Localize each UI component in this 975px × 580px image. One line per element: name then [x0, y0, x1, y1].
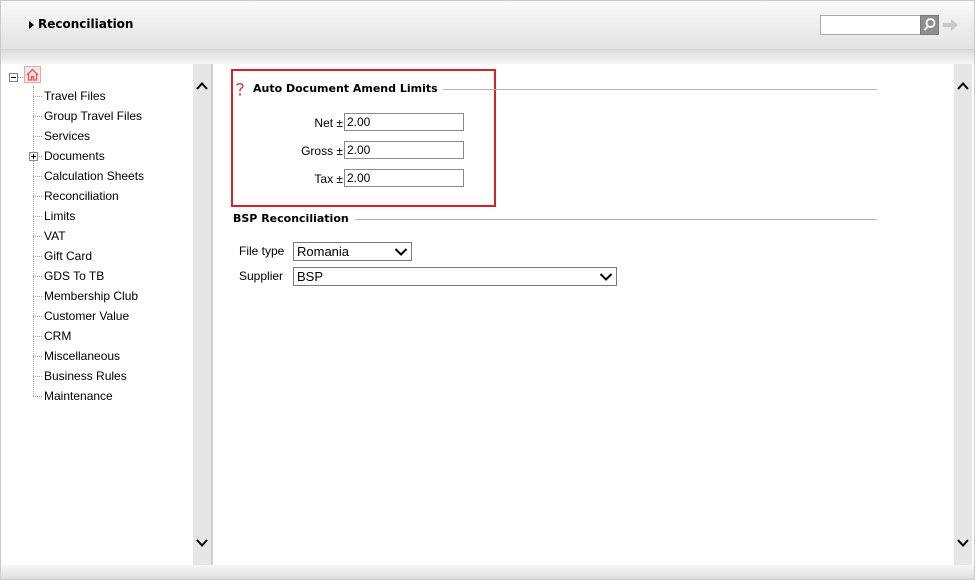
expand-icon[interactable] [29, 152, 38, 161]
tree-item-label[interactable]: Gift Card [44, 249, 92, 263]
section-divider [443, 89, 877, 90]
tree-item-label[interactable]: Services [44, 129, 90, 143]
tree-item-label[interactable]: Limits [44, 209, 75, 223]
supplier-select[interactable]: BSP [293, 267, 617, 286]
house-icon [26, 68, 39, 81]
auto-amend-section-title: Auto Document Amend Limits [253, 82, 438, 95]
tree-connector-line [33, 86, 34, 396]
scroll-up-button[interactable] [194, 78, 210, 94]
file-type-select[interactable]: Romania [293, 242, 412, 261]
scroll-down-button[interactable] [194, 535, 210, 551]
net-label: Net ± [314, 116, 343, 130]
gross-input[interactable] [344, 141, 464, 159]
tree-item-label[interactable]: Membership Club [44, 289, 138, 303]
search-input[interactable] [820, 15, 922, 35]
tree-item-label[interactable]: Customer Value [44, 309, 129, 323]
tree-item-label[interactable]: Business Rules [44, 369, 127, 383]
supplier-label: Supplier [239, 269, 284, 283]
app-frame: Reconciliation Travel Files Group Travel… [0, 0, 975, 580]
search-icon [923, 18, 936, 31]
help-icon[interactable] [234, 81, 246, 97]
chevron-down-icon [196, 539, 208, 547]
bottom-strip [1, 565, 974, 579]
page-title: Reconciliation [38, 17, 134, 31]
collapse-toggle-icon[interactable] [9, 73, 18, 82]
tree-scrollbar[interactable] [193, 64, 211, 565]
supplier-value: BSP [297, 269, 324, 284]
file-type-label: File type [239, 244, 285, 258]
chevron-down-icon [957, 539, 969, 547]
tree-item-label[interactable]: GDS To TB [44, 269, 104, 283]
file-type-value: Romania [297, 244, 350, 259]
bsp-section-title: BSP Reconciliation [233, 212, 349, 225]
tree-item-label[interactable]: Miscellaneous [44, 349, 120, 363]
go-button[interactable] [940, 15, 960, 35]
home-icon[interactable] [24, 66, 41, 83]
tax-input[interactable] [344, 169, 464, 187]
tax-label: Tax ± [314, 172, 343, 186]
tree-item-label[interactable]: Group Travel Files [44, 109, 142, 123]
tree-connector [18, 77, 23, 78]
tree-item-label[interactable]: Maintenance [44, 389, 113, 403]
tree-item-label[interactable]: CRM [44, 329, 71, 343]
chevron-down-icon [599, 273, 613, 281]
tree-item-label[interactable]: Reconciliation [44, 189, 119, 203]
scroll-down-button[interactable] [955, 535, 971, 551]
search-button[interactable] [920, 15, 939, 35]
tree-item-label[interactable]: Documents [44, 149, 105, 163]
content-scrollbar[interactable] [954, 64, 972, 565]
page-header: Reconciliation [1, 1, 974, 50]
main-content: Auto Document Amend Limits Net ± Gross ±… [213, 64, 954, 565]
title-arrow-icon [29, 21, 34, 29]
navigation-tree: Travel Files Group Travel Files Services… [1, 64, 193, 564]
tree-item-label[interactable]: Travel Files [44, 89, 106, 103]
chevron-down-icon [394, 248, 408, 256]
chevron-up-icon [957, 82, 969, 90]
scroll-up-button[interactable] [955, 78, 971, 94]
gross-label: Gross ± [301, 144, 343, 158]
header-shadow [1, 50, 974, 64]
chevron-up-icon [196, 82, 208, 90]
tree-item-label[interactable]: Calculation Sheets [44, 169, 144, 183]
arrow-right-icon [943, 19, 958, 31]
section-divider [355, 219, 877, 220]
net-input[interactable] [344, 113, 464, 131]
tree-item-label[interactable]: VAT [44, 229, 66, 243]
